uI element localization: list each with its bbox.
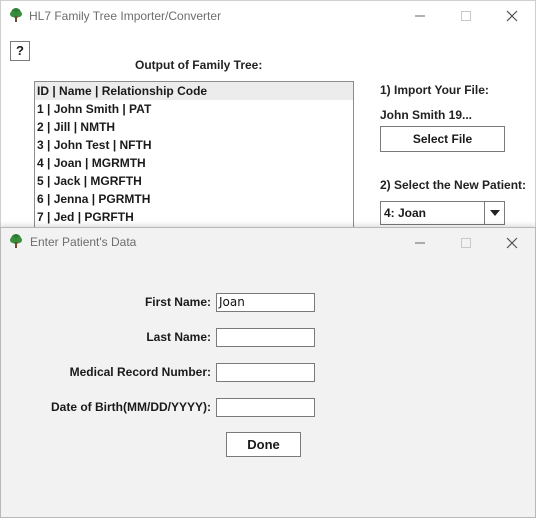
first-name-field[interactable]: Joan bbox=[216, 293, 315, 312]
dialog-title: Enter Patient's Data bbox=[30, 235, 137, 249]
file-name-label: John Smith 19... bbox=[380, 108, 473, 122]
mrn-label: Medical Record Number: bbox=[69, 365, 211, 379]
patient-data-dialog: Enter Patient's Data First Name: Joan La… bbox=[0, 227, 536, 518]
help-button[interactable]: ? bbox=[10, 41, 30, 61]
last-name-label: Last Name: bbox=[146, 330, 211, 344]
last-name-field[interactable] bbox=[216, 328, 315, 347]
patient-select[interactable]: 4: Joan bbox=[380, 201, 505, 225]
maximize-icon bbox=[461, 11, 471, 21]
list-item[interactable]: 4 | Joan | MGRMTH bbox=[35, 154, 353, 172]
family-tree-list[interactable]: ID | Name | Relationship Code 1 | John S… bbox=[34, 81, 354, 231]
close-icon bbox=[506, 237, 518, 249]
mrn-field[interactable] bbox=[216, 363, 315, 382]
minimize-icon bbox=[415, 242, 425, 244]
first-name-label: First Name: bbox=[144, 295, 211, 309]
chevron-down-icon bbox=[489, 210, 500, 216]
list-item[interactable]: 3 | John Test | NFTH bbox=[35, 136, 353, 154]
dialog-maximize-button[interactable] bbox=[443, 228, 489, 258]
dialog-minimize-button[interactable] bbox=[397, 228, 443, 258]
output-label: Output of Family Tree: bbox=[135, 58, 263, 72]
main-titlebar[interactable]: HL7 Family Tree Importer/Converter bbox=[1, 1, 535, 31]
dialog-close-button[interactable] bbox=[489, 228, 535, 258]
maximize-button[interactable] bbox=[443, 1, 489, 31]
close-icon bbox=[506, 10, 518, 22]
list-item[interactable]: 5 | Jack | MGRFTH bbox=[35, 172, 353, 190]
close-button[interactable] bbox=[489, 1, 535, 31]
dob-label: Date of Birth(MM/DD/YYYY): bbox=[51, 400, 211, 414]
done-button[interactable]: Done bbox=[226, 432, 301, 457]
list-item[interactable]: 2 | Jill | NMTH bbox=[35, 118, 353, 136]
window-title: HL7 Family Tree Importer/Converter bbox=[29, 9, 222, 23]
list-header[interactable]: ID | Name | Relationship Code bbox=[35, 82, 353, 100]
tree-icon bbox=[10, 8, 22, 22]
maximize-icon bbox=[461, 238, 471, 248]
select-file-button[interactable]: Select File bbox=[380, 126, 505, 152]
list-item[interactable]: 1 | John Smith | PAT bbox=[35, 100, 353, 118]
list-item[interactable]: 7 | Jed | PGRFTH bbox=[35, 208, 353, 226]
dob-field[interactable] bbox=[216, 398, 315, 417]
patient-select-value: 4: Joan bbox=[384, 206, 427, 220]
import-file-label: 1) Import Your File: bbox=[380, 83, 489, 97]
list-item[interactable]: 6 | Jenna | PGRMTH bbox=[35, 190, 353, 208]
dialog-titlebar[interactable]: Enter Patient's Data bbox=[1, 228, 535, 258]
minimize-button[interactable] bbox=[397, 1, 443, 31]
select-patient-label: 2) Select the New Patient: bbox=[380, 178, 527, 192]
tree-icon bbox=[10, 234, 22, 248]
patient-select-arrow[interactable] bbox=[484, 202, 504, 224]
minimize-icon bbox=[415, 15, 425, 17]
